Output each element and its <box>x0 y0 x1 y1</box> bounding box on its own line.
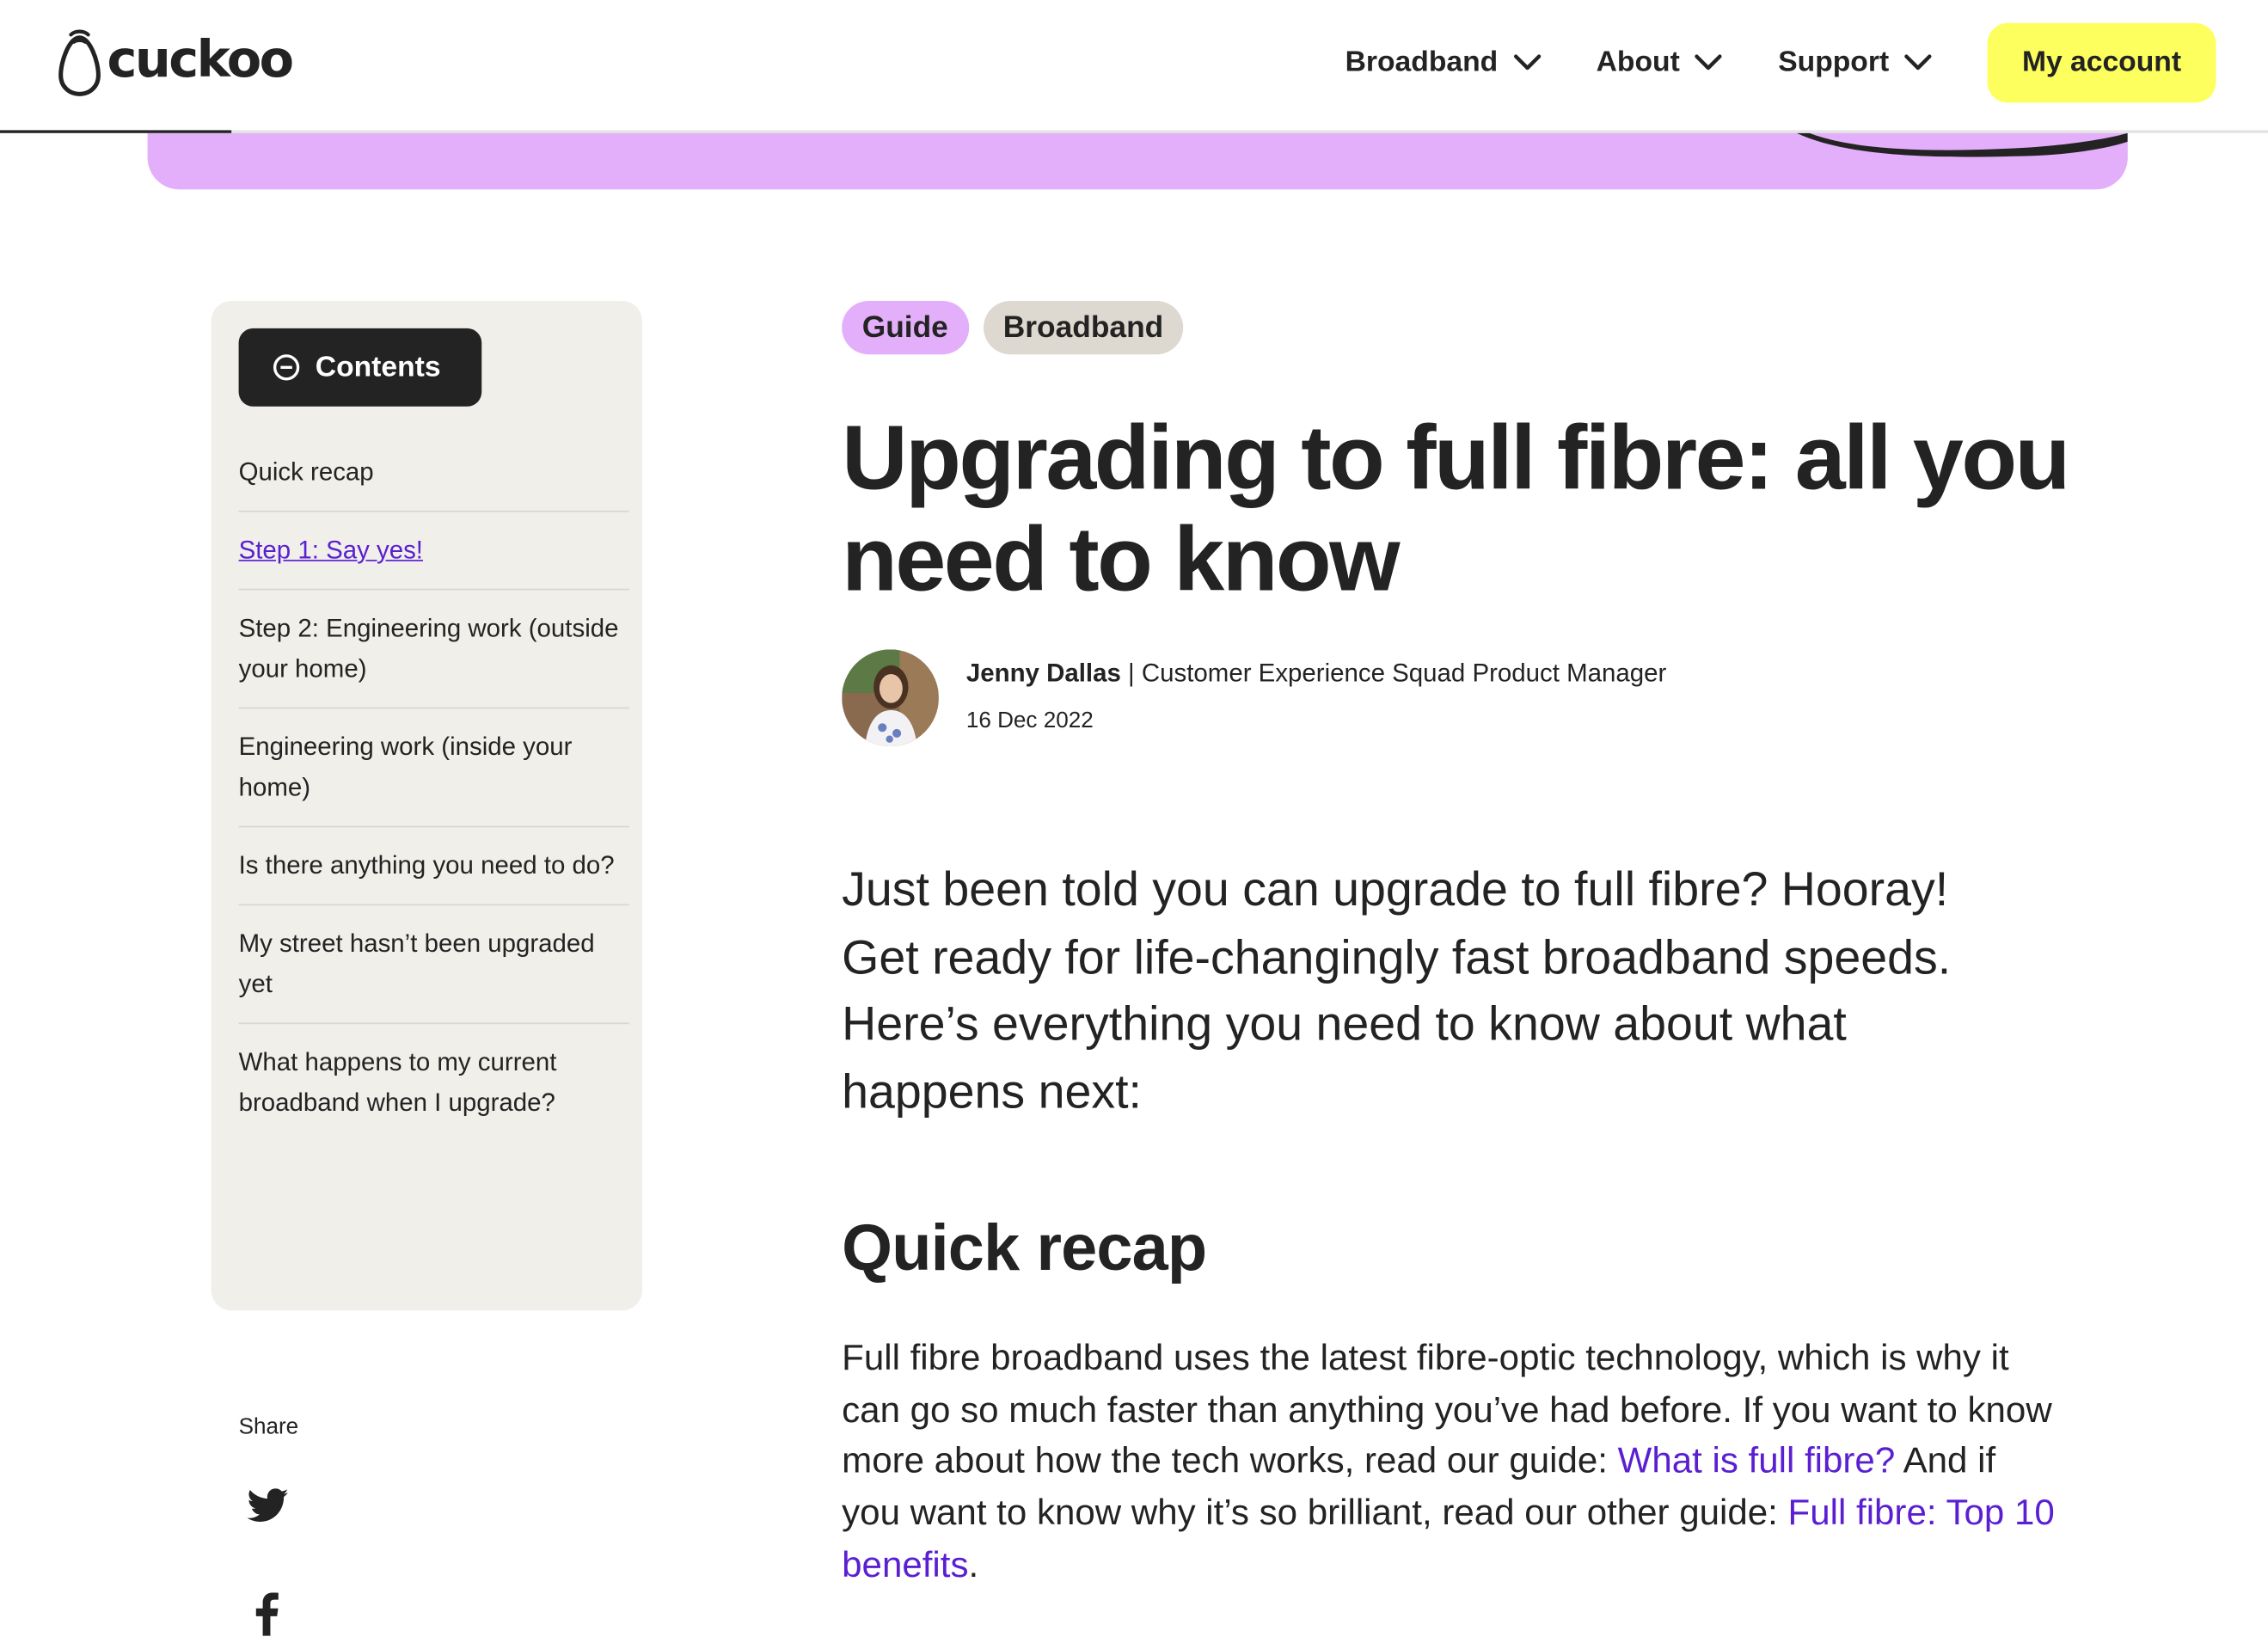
minus-circle-icon <box>273 354 300 381</box>
nav-item-broadband[interactable]: Broadband <box>1345 46 1542 79</box>
article-title: Upgrading to full fibre: all you need to… <box>842 408 2070 610</box>
logo-wordmark: cuckoo <box>107 32 294 90</box>
quick-recap-paragraph: Full fibre broadband uses the latest fib… <box>842 1333 2057 1591</box>
site-header: cuckoo Broadband About Support My accoun… <box>0 0 2268 133</box>
contents-item-quick-recap[interactable]: Quick recap <box>238 434 629 512</box>
reading-progress-bar <box>0 130 232 133</box>
author-avatar <box>842 649 939 747</box>
chevron-down-icon <box>1695 54 1723 71</box>
nav-item-support[interactable]: Support <box>1778 46 1932 79</box>
nav-item-label: Broadband <box>1345 45 1499 78</box>
chevron-down-icon <box>1513 54 1541 71</box>
contents-toggle-button[interactable]: Contents <box>238 328 482 407</box>
tag-guide[interactable]: Guide <box>842 300 969 355</box>
author-byline: Jenny Dallas | Customer Experience Squad… <box>966 658 1666 688</box>
author-name: Jenny Dallas <box>965 658 1121 688</box>
contents-item-engineering-inside[interactable]: Engineering work (inside your home) <box>238 708 629 828</box>
cuckoo-logo[interactable]: cuckoo <box>55 26 294 98</box>
main-nav: Broadband About Support My account <box>1345 21 2216 102</box>
contents-list: Quick recap Step 1: Say yes! Step 2: Eng… <box>238 434 629 1142</box>
contents-panel: Contents Quick recap Step 1: Say yes! St… <box>211 300 642 1311</box>
author-separator: | <box>1120 658 1142 688</box>
my-account-button[interactable]: My account <box>1987 22 2216 102</box>
author-role: Customer Experience Squad Product Manage… <box>1141 658 1667 688</box>
nav-item-label: About <box>1596 45 1680 78</box>
section-heading-quick-recap: Quick recap <box>842 1211 1207 1284</box>
chevron-down-icon <box>1904 54 1932 71</box>
contents-item-current-broadband[interactable]: What happens to my current broadband whe… <box>239 1024 629 1141</box>
nav-item-label: Support <box>1778 45 1890 78</box>
contents-item-step-2[interactable]: Step 2: Engineering work (outside your h… <box>238 590 629 709</box>
contents-label: Contents <box>315 350 441 383</box>
cuckoo-egg-icon <box>58 29 101 96</box>
nav-item-about[interactable]: About <box>1597 46 1724 79</box>
publish-date: 16 Dec 2022 <box>965 708 1094 733</box>
author-photo <box>842 649 939 747</box>
paragraph-text: . <box>968 1544 979 1585</box>
share-label: Share <box>238 1414 299 1439</box>
contents-item-street-not-upgraded[interactable]: My street hasn’t been upgraded yet <box>238 905 629 1025</box>
facebook-icon[interactable] <box>254 1592 279 1636</box>
contents-item-step-1[interactable]: Step 1: Say yes! <box>238 512 629 591</box>
contents-item-anything-to-do[interactable]: Is there anything you need to do? <box>238 827 629 906</box>
what-is-full-fibre-link[interactable]: What is full fibre? <box>1618 1441 1896 1481</box>
twitter-icon[interactable] <box>247 1488 290 1523</box>
article-intro: Just been told you can upgrade to full f… <box>842 861 1952 1118</box>
tag-broadband[interactable]: Broadband <box>983 300 1184 355</box>
article-tags: Guide Broadband <box>842 300 1198 355</box>
